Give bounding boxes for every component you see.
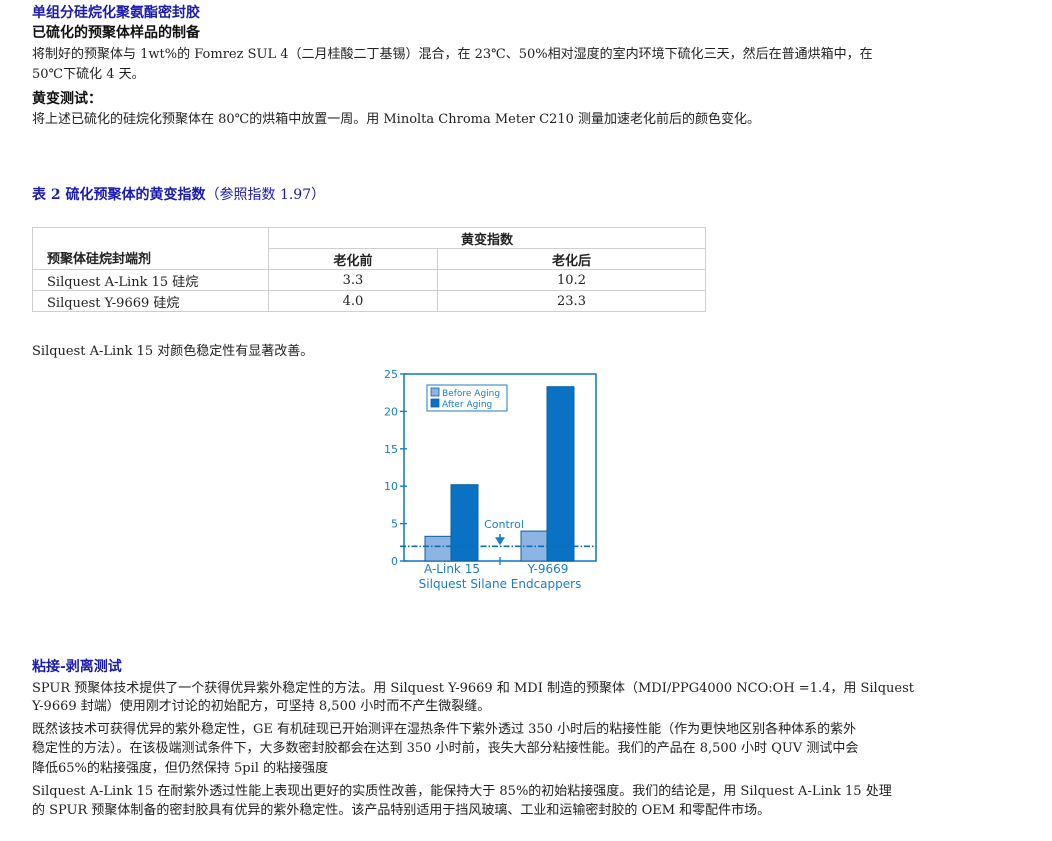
paragraph-line: 的 SPUR 预聚体制备的密封胶具有优异的紫外稳定性。该产品特别适用于挡风玻璃、… <box>32 803 771 818</box>
control-arrow-head <box>495 537 505 546</box>
header-endcapper: 预聚体硅烷封端剂 <box>32 227 269 270</box>
header-after: 老化后 <box>437 248 706 270</box>
row-name: Silquest Y-9669 硅烷 <box>32 290 269 312</box>
y-tick-label: 15 <box>384 443 398 456</box>
legend: Before AgingAfter Aging <box>426 384 508 412</box>
paragraph-line: Silquest A-Link 15 在耐紫外透过性能上表现出更好的实质性改善，… <box>32 784 892 799</box>
y-tick-label: 20 <box>384 405 398 418</box>
legend-swatch <box>430 387 440 397</box>
legend-label: After Aging <box>442 400 492 410</box>
bar-after-aging <box>450 484 479 562</box>
x-tick-label: A-Link 15 <box>424 562 480 576</box>
table-caption: 表 2 硫化预聚体的黄变指数（参照指数 1.97） <box>32 184 325 204</box>
paragraph-line: 将制好的预聚体与 1wt%的 Fomrez SUL 4（二月桂酸二丁基锡）混合，… <box>32 47 873 62</box>
chart-note: Silquest A-Link 15 对颜色稳定性有显著改善。 <box>32 344 314 359</box>
table-header-row: 预聚体硅烷封端剂 黄变指数 <box>32 227 706 270</box>
control-label: Control <box>484 518 524 531</box>
y-tick-label: 0 <box>391 555 398 568</box>
yellowing-table: 预聚体硅烷封端剂 黄变指数 老化前 老化后 Silquest A-Link 15… <box>32 227 706 312</box>
section-title: 单组分硅烷化聚氨酯密封胶 <box>32 5 200 21</box>
header-yellowing-index: 黄变指数 <box>268 227 706 249</box>
row-after: 10.2 <box>437 269 706 291</box>
row-before: 4.0 <box>268 290 438 312</box>
row-before: 3.3 <box>268 269 438 291</box>
paragraph-line: 既然该技术可获得优异的紫外稳定性，GE 有机硅现已开始测评在湿热条件下紫外透过 … <box>32 722 857 737</box>
legend-label: Before Aging <box>442 389 500 399</box>
paragraph-line: Y-9669 封端）使用刚才讨论的初始配方，可坚持 8,500 小时而不产生微裂… <box>32 699 491 714</box>
paragraph-line: 50℃下硫化 4 天。 <box>32 67 145 82</box>
paragraph-line: 稳定性的方法）。在该极端测试条件下，大多数密封胶都会在达到 350 小时前，丧失… <box>32 741 859 756</box>
paragraph-line: 降低65%的粘接强度，但仍然保持 5pil 的粘接强度 <box>32 761 329 776</box>
bar-after-aging <box>546 386 575 562</box>
row-name: Silquest A-Link 15 硅烷 <box>32 269 269 291</box>
subsection-title: 已硫化的预聚体样品的制备 <box>32 25 200 41</box>
row-after: 23.3 <box>437 290 706 312</box>
legend-swatch <box>430 398 440 408</box>
header-before: 老化前 <box>268 248 438 270</box>
yellow-test-title: 黄变测试： <box>32 91 102 107</box>
y-tick-label: 10 <box>384 480 398 493</box>
table-caption-note: （参照指数 1.97） <box>205 187 326 203</box>
yellowing-bar-chart: 0 5 10 15 20 25 Control A-Link 15 Y-9669 Silqu… <box>384 368 597 591</box>
table-row: Silquest Y-9669 硅烷 4.0 23.3 <box>32 290 706 312</box>
table-row: Silquest A-Link 15 硅烷 3.3 10.2 <box>32 269 706 291</box>
table-caption-title: 表 2 硫化预聚体的黄变指数 <box>32 187 206 203</box>
x-tick-label: Y-9669 <box>527 562 569 576</box>
paragraph-line: SPUR 预聚体技术提供了一个获得优异紫外稳定性的方法。用 Silquest Y… <box>32 681 915 696</box>
adhesion-section-title: 粘接-剥离测试 <box>32 659 122 675</box>
y-tick-label: 5 <box>391 518 398 531</box>
y-tick-label: 25 <box>384 368 398 381</box>
x-axis-label: Silquest Silane Endcappers <box>419 577 582 591</box>
paragraph-line: 将上述已硫化的硅烷化预聚体在 80℃的烘箱中放置一周。用 Minolta Chr… <box>32 112 761 127</box>
bar-before-aging <box>424 535 453 562</box>
